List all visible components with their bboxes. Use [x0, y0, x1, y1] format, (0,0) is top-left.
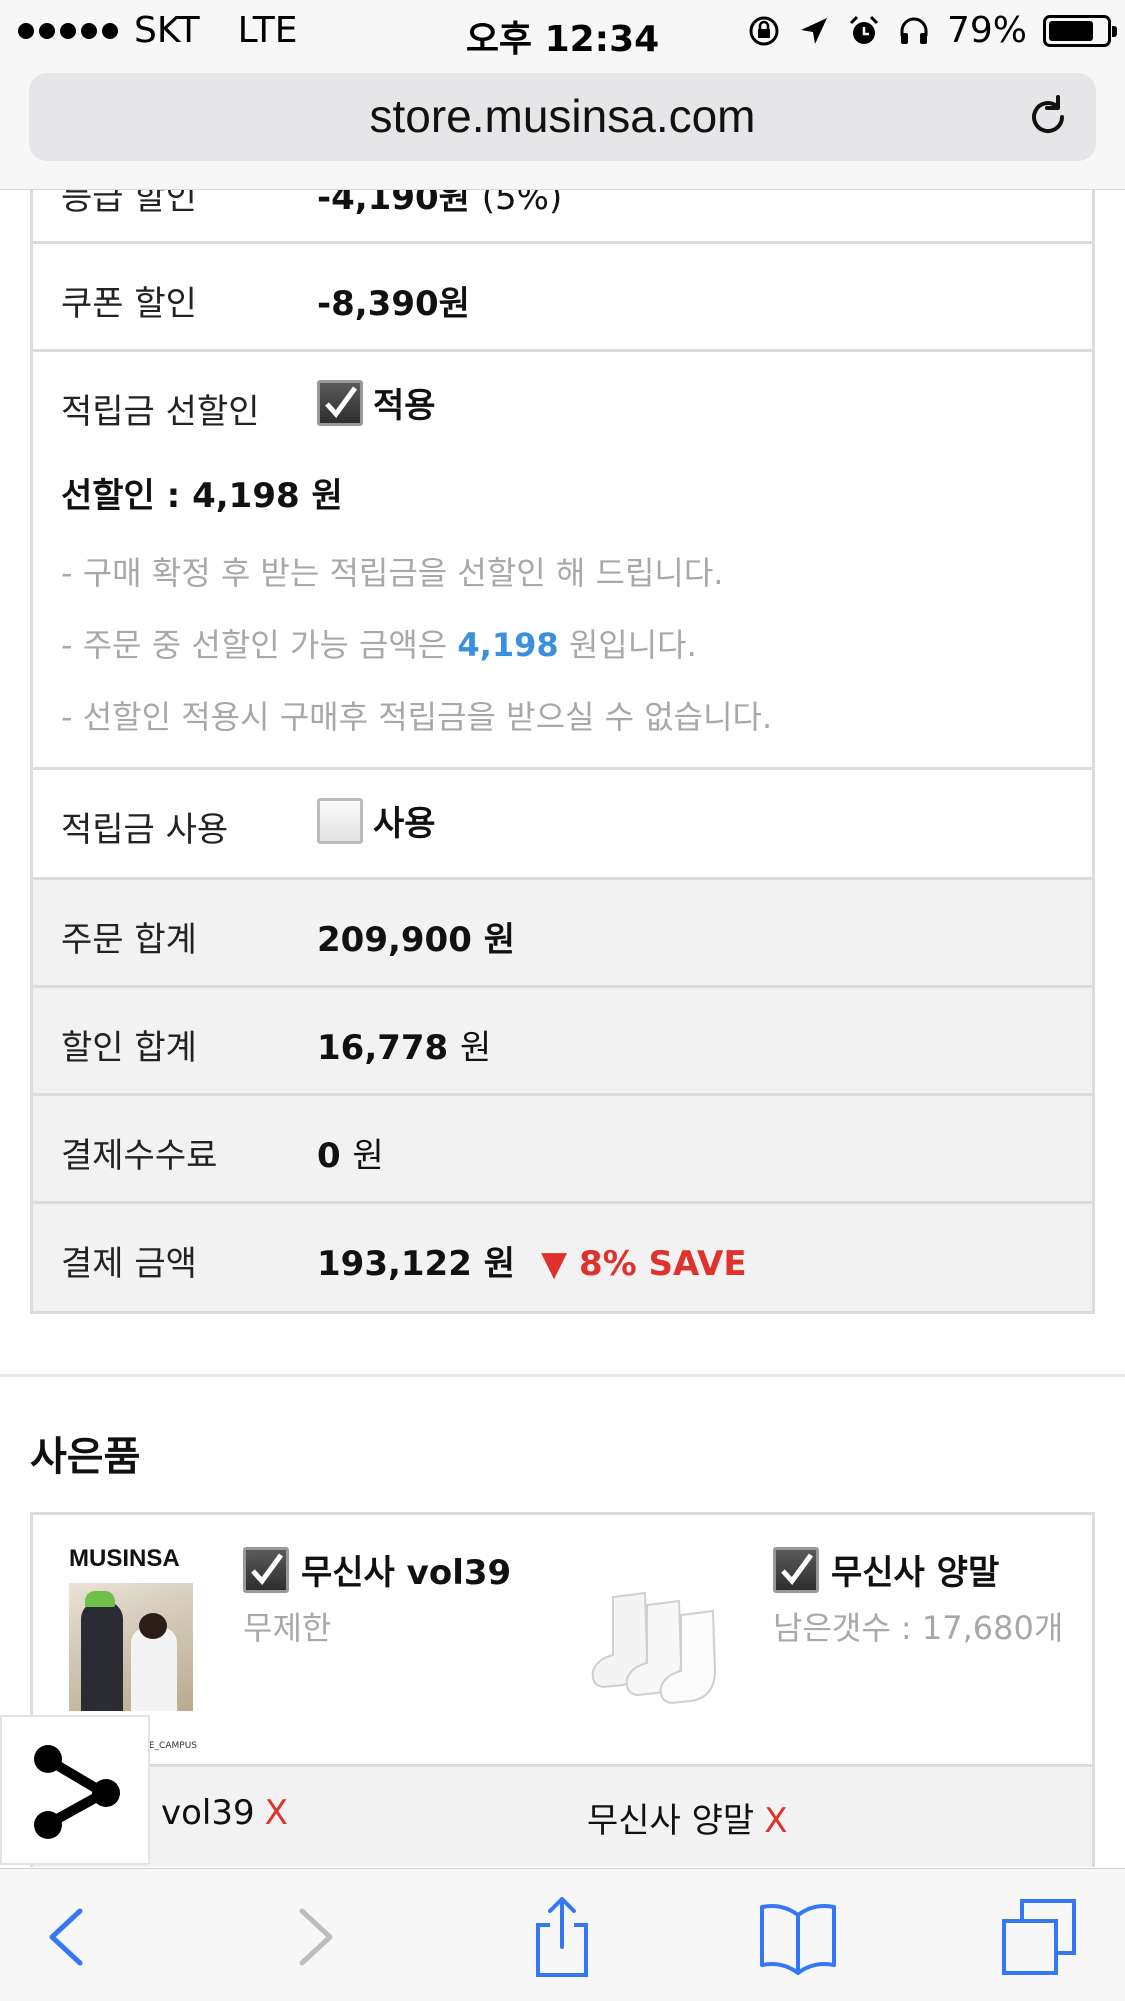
coupon-discount-row: 쿠폰 할인 -8,390원	[30, 244, 1095, 352]
points-use-row: 적립금 사용 사용	[30, 770, 1095, 880]
order-total-unit: 원	[483, 920, 515, 960]
status-right: 79%	[747, 10, 1117, 51]
points-use-toggle[interactable]: 사용	[317, 796, 436, 845]
points-prededuct-toggle[interactable]: 적용	[317, 378, 436, 427]
prededuct-available-amount: 4,198	[457, 626, 559, 664]
checkmark-icon	[251, 1553, 284, 1585]
payment-amount-value: 193,122 원 ▼ 8% SAVE	[317, 1236, 747, 1285]
section-divider	[0, 1374, 1125, 1377]
status-bar: SKT LTE 오후 12:34 79%	[0, 0, 1125, 62]
reload-icon[interactable]	[1022, 91, 1074, 143]
gift-socks-stock: 남은갯수 : 17,680개	[773, 1609, 1064, 1647]
bookmarks-icon[interactable]	[756, 1895, 840, 1979]
browser-top-bar: SKT LTE 오후 12:34 79% store.musinsa.com	[0, 0, 1125, 190]
forward-icon[interactable]	[274, 1895, 358, 1979]
share-icon[interactable]	[520, 1895, 604, 1979]
magazine-figure-cap	[85, 1591, 115, 1607]
order-total-label: 주문 합계	[61, 920, 197, 960]
payment-amount-row: 결제 금액 193,122 원 ▼ 8% SAVE	[30, 1204, 1095, 1314]
selected-gift-vol39-label: vol39	[161, 1793, 255, 1833]
discount-total-row: 할인 합계 16,778 원	[30, 988, 1095, 1096]
socks-image	[591, 1591, 717, 1705]
coupon-discount-label: 쿠폰 할인	[61, 284, 197, 324]
magazine-brand: MUSINSA	[69, 1545, 180, 1572]
coupon-discount-value: -8,390원	[317, 284, 470, 324]
battery-icon	[1043, 14, 1117, 47]
payment-fee-unit: 원	[352, 1136, 384, 1176]
order-total-value: 209,900 원	[317, 912, 515, 961]
discount-total-amount: 16,778	[317, 1028, 449, 1068]
order-total-amount: 209,900	[317, 920, 472, 960]
address-bar[interactable]: store.musinsa.com	[29, 73, 1096, 161]
share-nodes-icon	[34, 1745, 120, 1839]
points-prededuct-summary: 선할인 : 4,198 원	[61, 476, 343, 516]
back-icon[interactable]	[24, 1895, 108, 1979]
prededuct-note-2-text: - 주문 중 선할인 가능 금액은	[61, 626, 448, 664]
magazine-cover	[69, 1583, 193, 1711]
remove-vol39-button[interactable]: X	[265, 1793, 288, 1833]
payment-fee-value: 0 원	[317, 1128, 384, 1177]
points-prededuct-label: 적립금 선할인	[61, 392, 260, 432]
alarm-icon	[849, 15, 879, 44]
headphones-icon	[900, 17, 928, 44]
url-text: store.musinsa.com	[369, 90, 756, 142]
gifts-title: 사은품	[30, 1434, 141, 1480]
location-icon	[800, 17, 827, 44]
gifts-box: MUSINSA E_CAMPUS 무신사 vol39 무제한 무신사 양말 남은…	[30, 1512, 1095, 1767]
gift-item-socks[interactable]: 무신사 양말	[773, 1545, 999, 1594]
prededuct-note-3: - 선할인 적용시 구매후 적립금을 받으실 수 없습니다.	[61, 698, 773, 736]
gift-vol39-stock: 무제한	[243, 1609, 332, 1647]
battery-percent: 79%	[946, 10, 1027, 51]
discount-total-label: 할인 합계	[61, 1028, 197, 1068]
gift-vol39-name: 무신사 vol39	[301, 1553, 512, 1593]
gift-item-vol39[interactable]: 무신사 vol39	[243, 1545, 511, 1594]
selected-gifts-row: vol39 X 무신사 양말 X	[30, 1767, 1095, 1867]
battery-fill	[1049, 20, 1094, 41]
orientation-lock-icon	[749, 16, 779, 45]
payment-fee-row: 결제수수료 0 원	[30, 1096, 1095, 1204]
points-use-label-text: 사용	[373, 804, 436, 844]
gift-socks-checkbox[interactable]	[773, 1546, 819, 1593]
payment-fee-label: 결제수수료	[61, 1136, 218, 1176]
discount-total-value: 16,778 원	[317, 1020, 491, 1069]
share-button[interactable]	[0, 1715, 150, 1865]
magazine-figure-left	[81, 1601, 123, 1711]
payment-amount-number: 193,122	[317, 1244, 472, 1284]
payment-amount-label: 결제 금액	[61, 1244, 197, 1284]
payment-amount-unit: 원	[483, 1244, 515, 1284]
checkmark-icon	[781, 1553, 814, 1585]
magazine-figure-hair	[139, 1613, 167, 1639]
prededuct-note-1: - 구매 확정 후 받는 적립금을 선할인 해 드립니다.	[61, 554, 724, 592]
points-prededuct-apply-label: 적용	[373, 386, 436, 426]
checkmark-icon	[325, 386, 358, 418]
magazine-figure-right	[131, 1627, 177, 1711]
gift-socks-name: 무신사 양말	[831, 1553, 1000, 1593]
points-prededuct-row: 적립금 선할인 적용 선할인 : 4,198 원 - 구매 확정 후 받는 적립…	[30, 352, 1095, 770]
selected-gift-socks: 무신사 양말 X	[587, 1793, 788, 1842]
remove-socks-button[interactable]: X	[764, 1801, 787, 1841]
tabs-icon[interactable]	[998, 1895, 1082, 1979]
points-use-label: 적립금 사용	[61, 810, 229, 850]
selected-gift-socks-label: 무신사 양말	[587, 1801, 755, 1841]
points-prededuct-checkbox[interactable]	[317, 379, 363, 426]
payment-fee-amount: 0	[317, 1136, 341, 1176]
points-use-checkbox[interactable]	[317, 797, 363, 844]
prededuct-note-2-suffix: 원입니다.	[568, 626, 697, 664]
save-badge: ▼ 8% SAVE	[540, 1244, 747, 1284]
prededuct-note-2: - 주문 중 선할인 가능 금액은 4,198 원입니다.	[61, 620, 697, 666]
browser-toolbar	[0, 1868, 1125, 2001]
order-total-row: 주문 합계 209,900 원	[30, 880, 1095, 988]
gift-vol39-checkbox[interactable]	[243, 1546, 289, 1593]
discount-total-unit: 원	[460, 1028, 492, 1068]
selected-gift-vol39: vol39 X	[161, 1793, 288, 1833]
